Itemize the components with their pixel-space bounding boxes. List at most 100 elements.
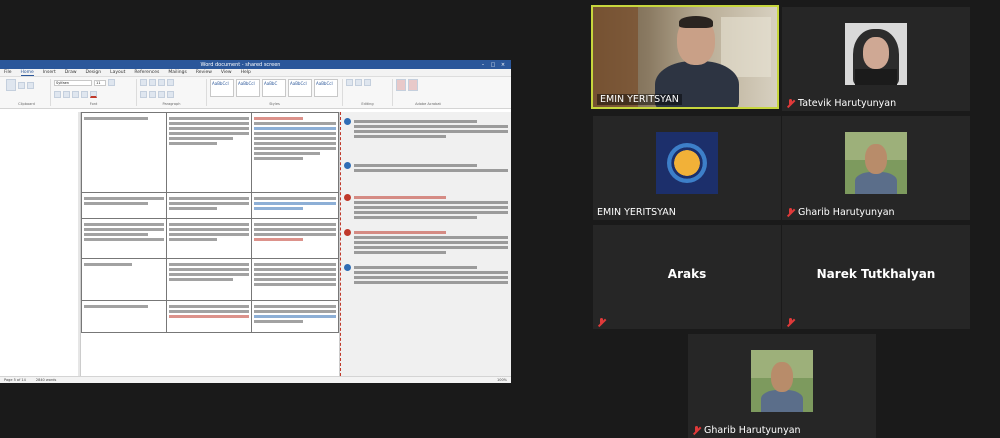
participant-tile-emin-video[interactable]: EMIN YERITSYAN (591, 5, 779, 109)
italic-icon[interactable] (63, 90, 70, 98)
tab-draw[interactable]: Draw (65, 70, 77, 75)
table-cell[interactable] (250, 192, 340, 219)
tab-home[interactable]: Home (20, 70, 34, 76)
cut-icon[interactable] (18, 81, 25, 89)
participant-tile-gharib-2[interactable]: Gharib Harutyunyan (688, 334, 876, 438)
bold-icon[interactable] (54, 90, 61, 98)
tab-references[interactable]: References (134, 70, 159, 75)
avatar (845, 23, 907, 85)
tab-design[interactable]: Design (86, 70, 102, 75)
page-count[interactable]: Page 5 of 14 (4, 378, 26, 382)
font-size-select[interactable]: 11 (94, 79, 106, 86)
table-cell[interactable] (81, 112, 167, 193)
status-bar: Page 5 of 14 2840 words 100% (0, 376, 511, 383)
justify-icon[interactable] (167, 90, 174, 98)
tab-layout[interactable]: Layout (110, 70, 125, 75)
close-icon[interactable]: × (498, 62, 508, 68)
bullets-icon[interactable] (140, 79, 147, 86)
logo-icon (667, 143, 707, 183)
participant-tile-gharib[interactable]: Gharib Harutyunyan (782, 116, 970, 220)
table-cell[interactable] (165, 112, 252, 193)
numbering-icon[interactable] (149, 79, 156, 86)
table-cell[interactable] (250, 112, 340, 193)
style-sample: AaBbCcI (238, 81, 255, 86)
align-center-icon[interactable] (149, 90, 156, 98)
style-title[interactable]: AaBbCcI (314, 79, 338, 97)
tab-file[interactable]: File (4, 70, 12, 75)
highlight-icon[interactable] (81, 90, 88, 98)
comment[interactable] (344, 229, 508, 256)
minimize-icon[interactable]: – (478, 62, 488, 68)
align-right-icon[interactable] (158, 90, 165, 98)
align-left-icon[interactable] (140, 90, 147, 98)
participant-tile-tatevik[interactable]: Tatevik Harutyunyan (782, 7, 970, 111)
font-color-icon[interactable] (90, 90, 97, 98)
participant-tile-araks[interactable]: Araks (593, 225, 781, 329)
style-sample: AaBbCcI (290, 81, 307, 86)
clipboard-group-label: Clipboard (18, 102, 35, 106)
comment[interactable] (344, 264, 508, 286)
document-table[interactable] (81, 112, 340, 333)
style-no-spacing[interactable]: AaBbCcI (236, 79, 260, 97)
table-cell[interactable] (81, 192, 167, 219)
style-heading-2[interactable]: AaBbCcI (288, 79, 312, 97)
indent-icon[interactable] (158, 79, 165, 86)
document-area[interactable] (0, 112, 511, 376)
paste-icon[interactable] (6, 79, 16, 91)
left-margin (0, 112, 78, 376)
style-heading-1[interactable]: AaBbC (262, 79, 286, 97)
find-icon[interactable] (346, 79, 353, 86)
table-row[interactable] (81, 218, 340, 259)
participant-name-text: EMIN YERITSYAN (600, 94, 679, 105)
table-cell[interactable] (250, 258, 340, 301)
style-normal[interactable]: AaBbCcI (210, 79, 234, 97)
table-cell[interactable] (165, 258, 252, 301)
participant-name: EMIN YERITSYAN (597, 207, 676, 218)
underline-icon[interactable] (72, 90, 79, 98)
ribbon-tabs: File Home Insert Draw Design Layout Refe… (0, 69, 511, 77)
word-count[interactable]: 2840 words (36, 378, 56, 382)
table-cell[interactable] (81, 258, 167, 301)
tab-help[interactable]: Help (241, 70, 251, 75)
table-cell[interactable] (165, 192, 252, 219)
zoom-level[interactable]: 100% (497, 378, 507, 382)
participant-name-text: Tatevik Harutyunyan (798, 98, 897, 109)
document-page[interactable] (80, 112, 340, 376)
table-row[interactable] (81, 192, 340, 219)
participant-tile-emin-logo[interactable]: EMIN YERITSYAN (593, 116, 781, 220)
select-icon[interactable] (364, 79, 371, 86)
comment-avatar (344, 118, 351, 125)
participant-tile-narek[interactable]: Narek Tutkhalyan (782, 225, 970, 329)
table-cell[interactable] (81, 218, 167, 259)
shared-screen[interactable]: Word document - shared screen – □ × File… (0, 60, 511, 383)
create-pdf-icon[interactable] (396, 79, 406, 91)
grow-font-icon[interactable] (108, 79, 115, 86)
table-row[interactable] (81, 258, 340, 301)
participant-name: Gharib Harutyunyan (786, 207, 895, 218)
tab-mailings[interactable]: Mailings (168, 70, 186, 75)
paragraph-group-label: Paragraph (162, 102, 181, 106)
table-row[interactable] (81, 112, 340, 193)
copy-icon[interactable] (27, 81, 34, 89)
table-cell[interactable] (165, 300, 252, 333)
table-cell[interactable] (81, 300, 167, 333)
tab-insert[interactable]: Insert (43, 70, 56, 75)
comment[interactable] (344, 162, 508, 174)
comment[interactable] (344, 194, 508, 221)
sort-icon[interactable] (167, 79, 174, 86)
table-cell[interactable] (250, 218, 340, 259)
mic-muted-icon (597, 318, 607, 327)
table-cell[interactable] (250, 300, 340, 333)
document-title: Word document - shared screen (200, 61, 281, 68)
maximize-icon[interactable]: □ (488, 62, 498, 68)
comments-pane[interactable] (340, 112, 511, 376)
tab-view[interactable]: View (221, 70, 232, 75)
tab-review[interactable]: Review (196, 70, 212, 75)
paragraph-group: Paragraph (137, 79, 207, 106)
share-pdf-icon[interactable] (408, 79, 418, 91)
table-row[interactable] (81, 300, 340, 333)
comment[interactable] (344, 118, 508, 140)
table-cell[interactable] (165, 218, 252, 259)
replace-icon[interactable] (355, 79, 362, 86)
font-name-select[interactable]: Sylfaen (54, 79, 92, 86)
